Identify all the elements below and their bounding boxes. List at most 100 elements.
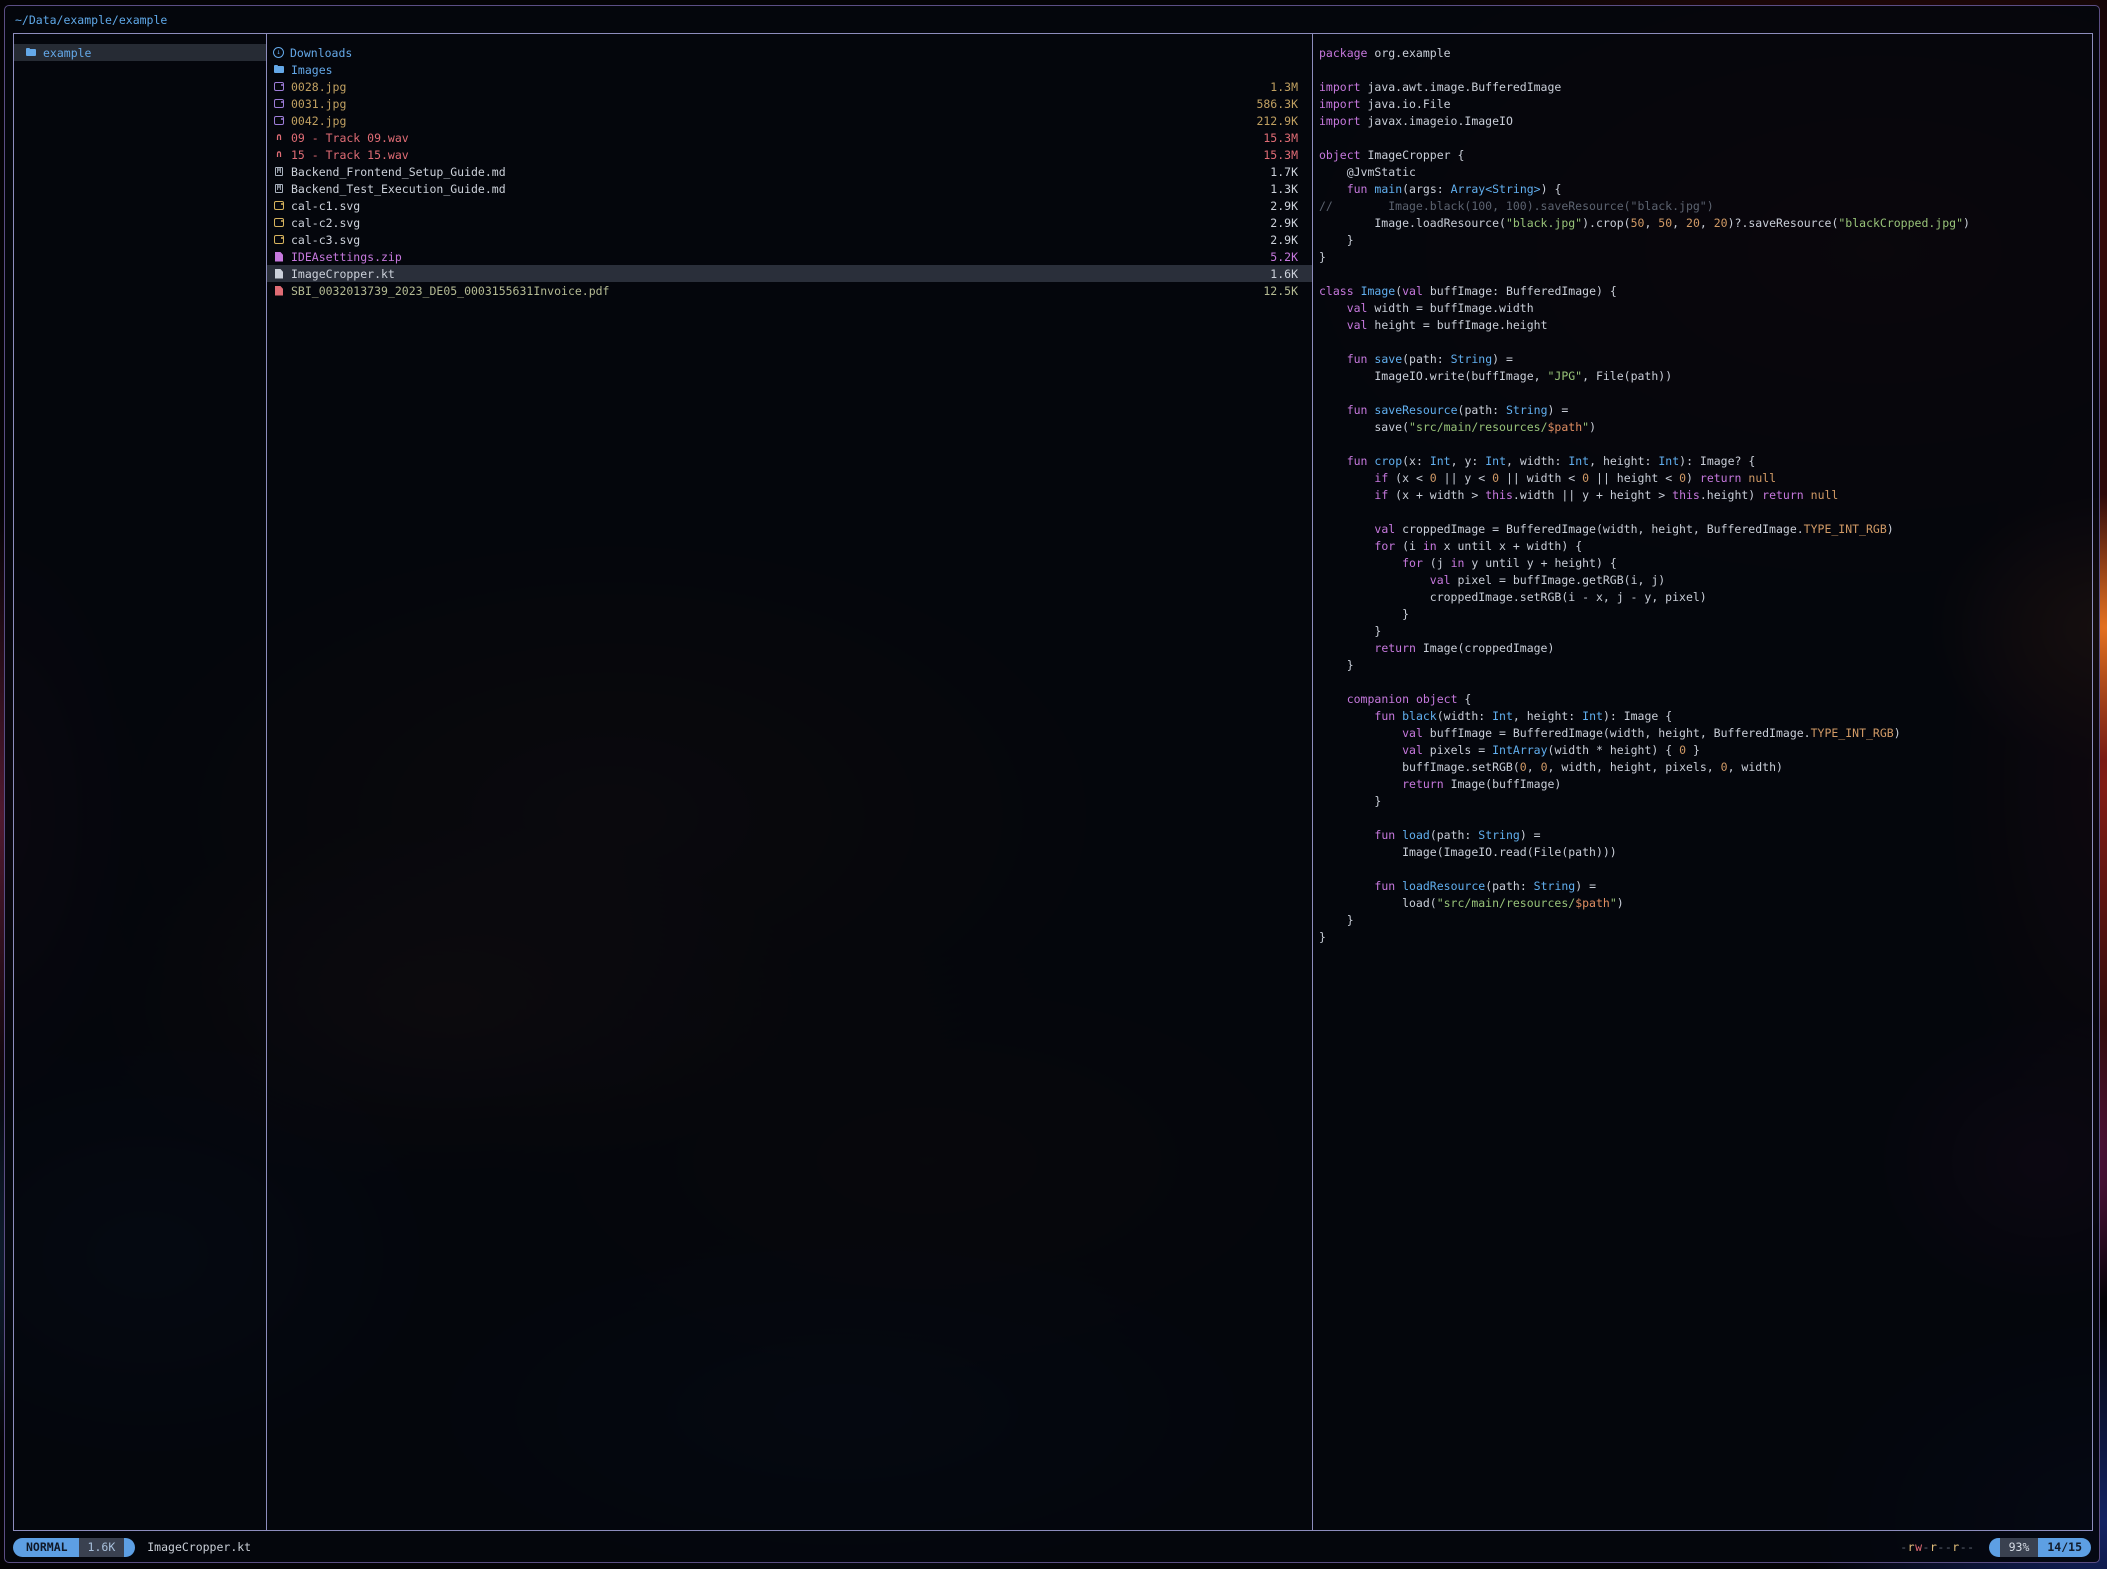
file-row[interactable]: SBI_0032013739_2023_DE05_0003155631Invoi… (267, 282, 1312, 299)
code-line: } (1319, 249, 2092, 266)
download-icon (273, 47, 284, 58)
file-name: ImageCropper.kt (291, 267, 1262, 281)
code-line: if (x < 0 || y < 0 || width < 0 || heigh… (1319, 470, 2092, 487)
file-row[interactable]: 0031.jpg 586.3K (267, 95, 1312, 112)
file-size: 15.3M (1263, 148, 1298, 162)
code-line: } (1319, 232, 2092, 249)
code-line: } (1319, 623, 2092, 640)
code-line: ImageIO.write(buffImage, "JPG", File(pat… (1319, 368, 2092, 385)
powerline-cap (124, 1538, 135, 1557)
code-line: object ImageCropper { (1319, 147, 2092, 164)
code-line: fun saveResource(path: String) = (1319, 402, 2092, 419)
file-permissions: -rw-r--r-- (1900, 1540, 1974, 1554)
code-line: import javax.imageio.ImageIO (1319, 113, 2092, 130)
file-row[interactable]: example (14, 44, 266, 61)
code-line: return Image(croppedImage) (1319, 640, 2092, 657)
code-line: import java.awt.image.BufferedImage (1319, 79, 2092, 96)
code-line: fun crop(x: Int, y: Int, width: Int, hei… (1319, 453, 2092, 470)
powerline-cap (1989, 1538, 2000, 1557)
code-line: Image(ImageIO.read(File(path))) (1319, 844, 2092, 861)
folder-icon (25, 47, 37, 59)
file-size: 1.6K (1270, 267, 1298, 281)
code-line: } (1319, 929, 2092, 946)
file-size: 5.2K (1270, 250, 1298, 264)
file-name: SBI_0032013739_2023_DE05_0003155631Invoi… (291, 284, 1255, 298)
vector-icon (273, 217, 285, 229)
file-row[interactable]: IDEAsettings.zip5.2K (267, 248, 1312, 265)
status-filename: ImageCropper.kt (147, 1540, 251, 1554)
file-row[interactable]: 09 - Track 09.wav15.3M (267, 129, 1312, 146)
file-row[interactable]: 0042.jpg 212.9K (267, 112, 1312, 129)
code-line (1319, 62, 2092, 79)
file-name: 15 - Track 15.wav (291, 148, 1255, 162)
mode-badge: NORMAL (13, 1538, 79, 1557)
file-size-badge: 1.6K (79, 1538, 125, 1557)
file-size: 212.9K (1256, 114, 1298, 128)
parent-rows: example (14, 34, 266, 61)
file-row[interactable]: Images (267, 61, 1312, 78)
file-row[interactable]: ImageCropper.kt 1.6K (267, 265, 1312, 282)
file-name: Downloads (290, 46, 1298, 60)
file-icon (273, 268, 285, 280)
file-list-pane: DownloadsImages0028.jpg1.3M 0031.jpg 586.3… (267, 34, 1312, 1530)
code-line: croppedImage.setRGB(i - x, j - y, pixel) (1319, 589, 2092, 606)
code-line: val croppedImage = BufferedImage(width, … (1319, 521, 2092, 538)
code-line: // Image.black(100, 100).saveResource("b… (1319, 198, 2092, 215)
image-icon (273, 81, 285, 93)
file-size: 2.9K (1270, 233, 1298, 247)
file-size: 12.5K (1263, 284, 1298, 298)
code-line (1319, 674, 2092, 691)
code-line: val width = buffImage.width (1319, 300, 2092, 317)
code-line: fun save(path: String) = (1319, 351, 2092, 368)
code-line (1319, 130, 2092, 147)
file-name: cal-c1.svg (291, 199, 1262, 213)
file-row[interactable]: Backend_Test_Execution_Guide.md 1.3K (267, 180, 1312, 197)
code-line: fun loadResource(path: String) = (1319, 878, 2092, 895)
vector-icon (273, 234, 285, 246)
code-line: } (1319, 793, 2092, 810)
file-size: 2.9K (1270, 216, 1298, 230)
file-size: 15.3M (1263, 131, 1298, 145)
code-line: } (1319, 657, 2092, 674)
code-line: return Image(buffImage) (1319, 776, 2092, 793)
code-line (1319, 266, 2092, 283)
markdown-icon (273, 183, 285, 195)
code-line: import java.io.File (1319, 96, 2092, 113)
code-line: val height = buffImage.height (1319, 317, 2092, 334)
code-line: package org.example (1319, 45, 2092, 62)
file-row[interactable]: 15 - Track 15.wav 15.3M (267, 146, 1312, 163)
file-row[interactable]: Downloads (267, 44, 1312, 61)
file-size: 1.3M (1270, 80, 1298, 94)
code-preview: package org.example import java.awt.imag… (1313, 34, 2092, 946)
preview-pane: package org.example import java.awt.imag… (1313, 34, 2092, 1530)
file-row[interactable]: cal-c1.svg 2.9K (267, 197, 1312, 214)
terminal-window: ~/Data/example/example example Downloads… (4, 5, 2100, 1563)
file-list-rows: DownloadsImages0028.jpg1.3M 0031.jpg 586.3… (267, 34, 1312, 299)
code-line: if (x + width > this.width || y + height… (1319, 487, 2092, 504)
file-size: 1.3K (1270, 182, 1298, 196)
file-row[interactable]: cal-c3.svg2.9K (267, 231, 1312, 248)
file-name: 0031.jpg (291, 97, 1248, 111)
status-bar: NORMAL 1.6K ImageCropper.kt -rw-r--r-- 9… (13, 1535, 2091, 1559)
file-size: 1.7K (1270, 165, 1298, 179)
code-line: load("src/main/resources/$path") (1319, 895, 2092, 912)
file-row[interactable]: cal-c2.svg 2.9K (267, 214, 1312, 231)
file-name: cal-c2.svg (291, 216, 1262, 230)
image-icon (273, 115, 285, 127)
yazi-panes: example DownloadsImages0028.jpg1.3M0031.… (13, 33, 2093, 1531)
code-line: buffImage.setRGB(0, 0, width, height, pi… (1319, 759, 2092, 776)
file-size: 586.3K (1256, 97, 1298, 111)
folder-icon (273, 64, 285, 76)
vector-icon (273, 200, 285, 212)
file-name: Backend_Test_Execution_Guide.md (291, 182, 1262, 196)
code-line: fun main(args: Array<String>) { (1319, 181, 2092, 198)
code-line: @JvmStatic (1319, 164, 2092, 181)
file-row[interactable]: Backend_Frontend_Setup_Guide.md1.7K (267, 163, 1312, 180)
file-name: 0042.jpg (291, 114, 1248, 128)
file-row[interactable]: 0028.jpg1.3M (267, 78, 1312, 95)
code-line: Image.loadResource("black.jpg").crop(50,… (1319, 215, 2092, 232)
code-line: val pixel = buffImage.getRGB(i, j) (1319, 572, 2092, 589)
code-line: class Image(val buffImage: BufferedImage… (1319, 283, 2092, 300)
code-line: } (1319, 606, 2092, 623)
file-size: 2.9K (1270, 199, 1298, 213)
